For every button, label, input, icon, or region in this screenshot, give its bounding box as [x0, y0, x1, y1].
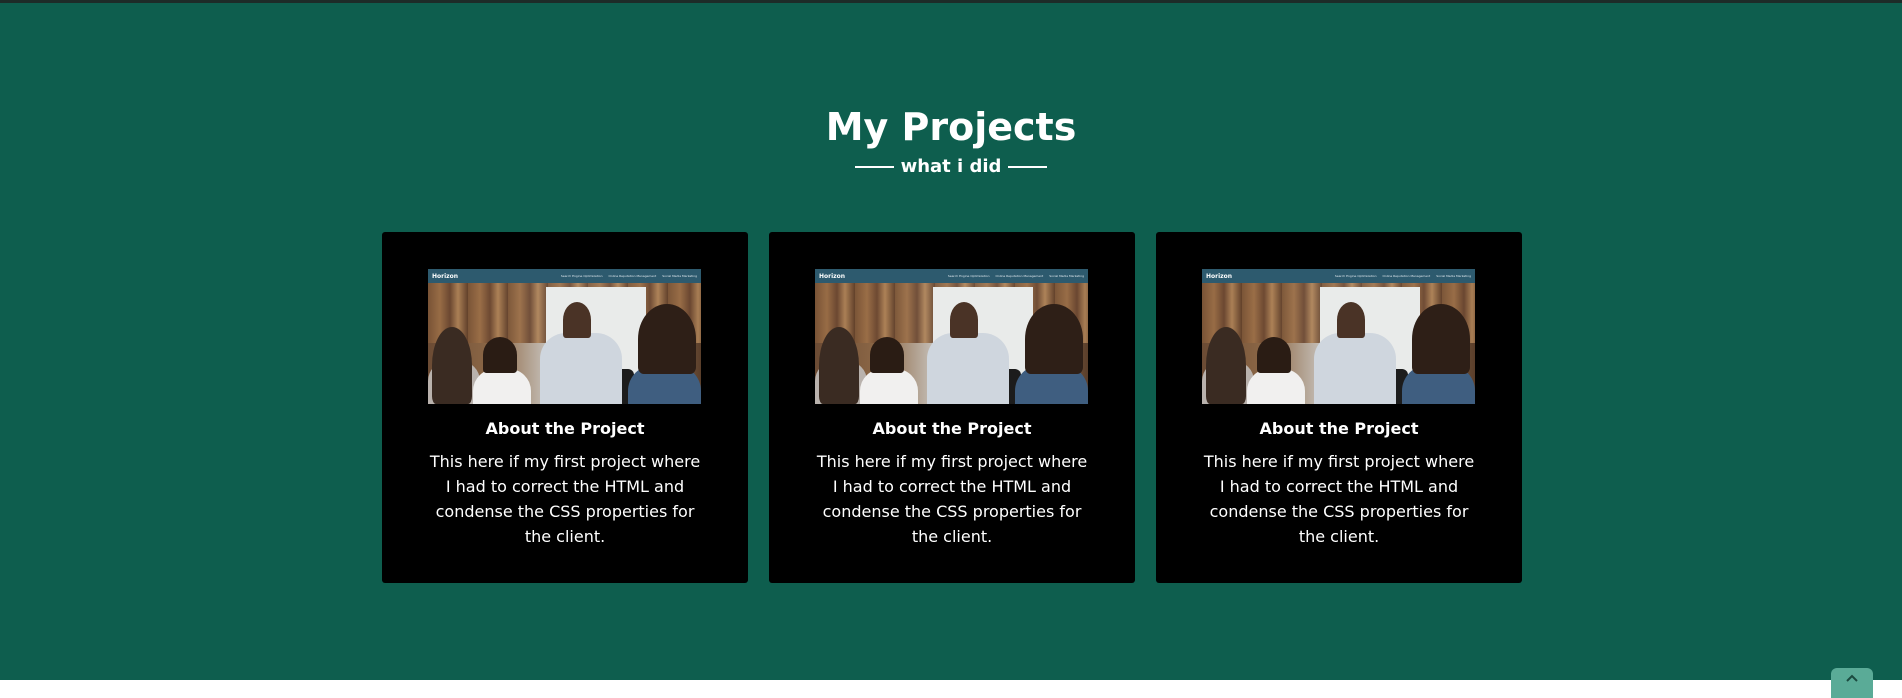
- thumbnail-person: [870, 337, 904, 373]
- thumbnail-brand: Horizon: [1206, 272, 1233, 280]
- thumbnail-link: Search Engine Optimization: [947, 274, 990, 278]
- thumbnail-navbar: Horizon Search Engine Optimization Onlin…: [428, 269, 701, 283]
- thumbnail-person: [1025, 304, 1083, 374]
- thumbnail-person: [819, 327, 859, 404]
- thumbnail-links: Search Engine Optimization Online Reputa…: [561, 274, 697, 278]
- section-title: My Projects: [825, 105, 1077, 149]
- thumbnail-link: Online Reputation Management: [608, 274, 657, 278]
- project-description: This here if my first project where I ha…: [816, 452, 1088, 546]
- thumbnail-person: [483, 337, 517, 373]
- projects-section: My Projects what i did Horizon Search En…: [0, 3, 1902, 680]
- thumbnail-person: [473, 369, 531, 404]
- subtitle-left-line: [854, 166, 894, 168]
- thumbnail-person: [1257, 337, 1291, 373]
- thumbnail-link: Social Media Marketing: [1049, 274, 1084, 278]
- thumbnail-person: [860, 369, 918, 404]
- thumbnail-link: Social Media Marketing: [662, 274, 697, 278]
- project-description: This here if my first project where I ha…: [1203, 452, 1475, 546]
- thumbnail-person: [540, 333, 622, 404]
- project-heading: About the Project: [485, 419, 645, 438]
- section-subtitle-row: what i did: [0, 156, 1902, 178]
- project-card[interactable]: Horizon Search Engine Optimization Onlin…: [769, 232, 1135, 583]
- thumbnail-links: Search Engine Optimization Online Reputa…: [948, 274, 1084, 278]
- thumbnail-link: Online Reputation Management: [995, 274, 1044, 278]
- thumbnail-link: Online Reputation Management: [1382, 274, 1431, 278]
- thumbnail-person: [1412, 304, 1470, 374]
- thumbnail-person: [1206, 327, 1246, 404]
- thumbnail-person: [1247, 369, 1305, 404]
- project-thumbnail[interactable]: Horizon Search Engine Optimization Onlin…: [428, 269, 701, 404]
- thumbnail-link: Search Engine Optimization: [560, 274, 603, 278]
- project-thumbnail[interactable]: Horizon Search Engine Optimization Onlin…: [815, 269, 1088, 404]
- thumbnail-person: [1337, 302, 1365, 338]
- project-heading: About the Project: [872, 419, 1032, 438]
- project-card[interactable]: Horizon Search Engine Optimization Onlin…: [382, 232, 748, 583]
- chevron-up-icon: [1846, 674, 1858, 682]
- project-thumbnail[interactable]: Horizon Search Engine Optimization Onlin…: [1202, 269, 1475, 404]
- thumbnail-person: [638, 304, 696, 374]
- thumbnail-person: [1314, 333, 1396, 404]
- thumbnail-navbar: Horizon Search Engine Optimization Onlin…: [1202, 269, 1475, 283]
- thumbnail-links: Search Engine Optimization Online Reputa…: [1335, 274, 1471, 278]
- thumbnail-person: [563, 302, 591, 338]
- project-heading: About the Project: [1259, 419, 1419, 438]
- thumbnail-link: Search Engine Optimization: [1334, 274, 1377, 278]
- thumbnail-person: [927, 333, 1009, 404]
- project-cards: Horizon Search Engine Optimization Onlin…: [382, 232, 1522, 583]
- thumbnail-brand: Horizon: [819, 272, 846, 280]
- thumbnail-brand: Horizon: [432, 272, 459, 280]
- project-description: This here if my first project where I ha…: [429, 452, 701, 546]
- subtitle-right-line: [1008, 166, 1048, 168]
- thumbnail-person: [950, 302, 978, 338]
- scroll-to-top-button[interactable]: [1831, 668, 1873, 698]
- thumbnail-person: [432, 327, 472, 404]
- thumbnail-navbar: Horizon Search Engine Optimization Onlin…: [815, 269, 1088, 283]
- thumbnail-link: Social Media Marketing: [1436, 274, 1471, 278]
- project-card[interactable]: Horizon Search Engine Optimization Onlin…: [1156, 232, 1522, 583]
- section-subtitle: what i did: [900, 156, 1002, 177]
